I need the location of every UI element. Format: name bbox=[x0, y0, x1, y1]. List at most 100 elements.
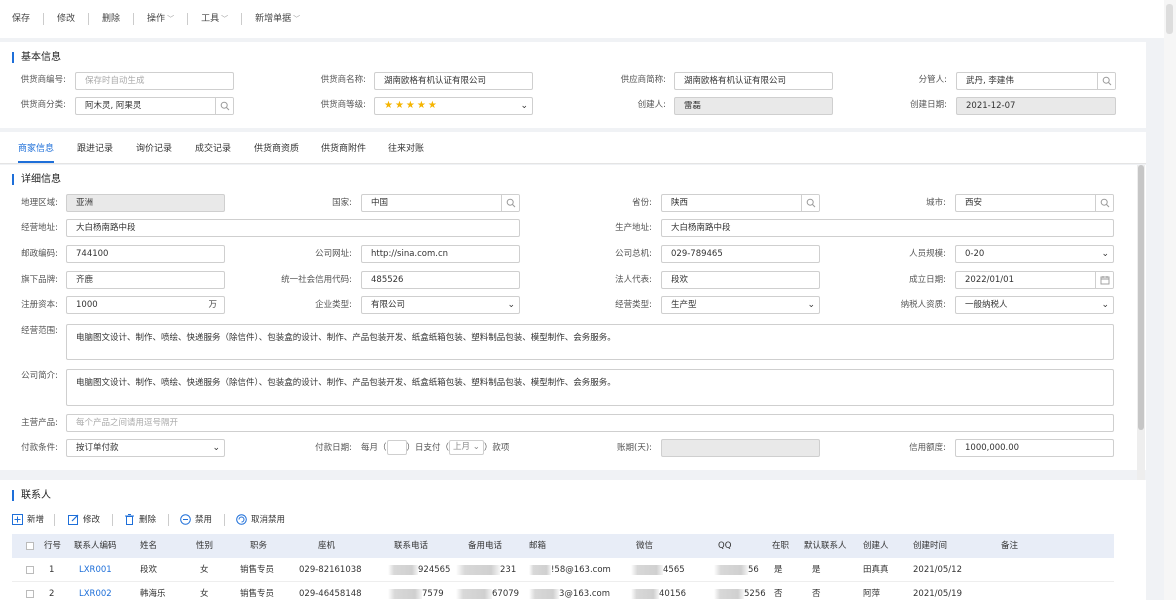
tab-follow-up[interactable]: 跟进记录 bbox=[77, 141, 113, 163]
tab-deals[interactable]: 成交记录 bbox=[195, 141, 231, 163]
enable-contact-button[interactable]: 取消禁用 bbox=[236, 512, 285, 526]
basic-info-title: 基本信息 bbox=[12, 52, 61, 63]
city-label: 城市: bbox=[926, 198, 946, 208]
supplier-code-input[interactable]: 保存时自动生成 bbox=[75, 72, 234, 90]
postcode-input[interactable]: 744100 bbox=[66, 245, 225, 263]
save-button[interactable]: 保存 bbox=[12, 12, 38, 26]
cell-code-link[interactable]: LXR002 bbox=[79, 582, 112, 600]
credit-limit-input[interactable]: 1000,000.00 bbox=[955, 439, 1114, 457]
creator-label: 创建人: bbox=[637, 100, 666, 110]
city-input[interactable]: 西安 bbox=[955, 194, 1114, 212]
search-icon[interactable] bbox=[215, 98, 233, 114]
tools-menu[interactable]: 工具 ﹀ bbox=[193, 12, 236, 26]
manager-input[interactable]: 武丹, 李建伟 bbox=[956, 72, 1116, 90]
supplier-code-placeholder: 保存时自动生成 bbox=[85, 76, 145, 86]
operate-menu[interactable]: 操作 ﹀ bbox=[139, 12, 182, 26]
chevron-down-icon: ⌄ bbox=[807, 300, 815, 310]
delete-contact-button[interactable]: 删除 bbox=[124, 512, 156, 526]
contacts-table-header: 行号 联系人编码 姓名 性别 职务 座机 联系电话 备用电话 邮箱 微信 QQ … bbox=[12, 534, 1114, 558]
created-date-label: 创建日期: bbox=[910, 100, 947, 110]
add-contact-button[interactable]: 新增 bbox=[12, 512, 44, 526]
plus-box-icon bbox=[12, 513, 23, 525]
brand-input[interactable]: 齐鹿 bbox=[66, 271, 225, 289]
pay-day-input[interactable] bbox=[386, 440, 407, 455]
row-checkbox[interactable] bbox=[26, 566, 34, 574]
tab-inquiry[interactable]: 询价记录 bbox=[136, 141, 172, 163]
prod-address-input[interactable]: 大白杨南路中段 bbox=[661, 219, 1114, 237]
redaction-blur bbox=[714, 564, 748, 575]
biz-type-label: 经营类型: bbox=[615, 300, 652, 310]
toolbar-divider bbox=[133, 13, 135, 25]
taxpayer-select[interactable]: 一般纳税人 ⌄ bbox=[955, 296, 1114, 314]
col-email: 邮箱 bbox=[529, 541, 547, 551]
col-qq: QQ bbox=[718, 541, 732, 551]
intro-textarea[interactable]: 电脑图文设计、制作、喷绘、快递服务（除信件）、包装盒的设计、制作、产品包装开发、… bbox=[66, 369, 1114, 406]
main-product-input[interactable]: 每个产品之间请用逗号隔开 bbox=[66, 414, 1114, 432]
cell-email: !58@163.com bbox=[529, 558, 611, 582]
category-input[interactable]: 阿木灵, 阿果灵 bbox=[75, 97, 234, 115]
supplier-short-label: 供应商简称: bbox=[620, 75, 666, 85]
calendar-icon[interactable] bbox=[1095, 272, 1113, 288]
search-icon[interactable] bbox=[801, 195, 819, 211]
supplier-short-input[interactable]: 湖南欧格有机认证有限公司 bbox=[674, 72, 833, 90]
supplier-name-input[interactable]: 湖南欧格有机认证有限公司 bbox=[374, 72, 533, 90]
edit-button[interactable]: 修改 bbox=[49, 12, 83, 26]
cell-phone-text: 924565 bbox=[418, 565, 451, 575]
phone-input[interactable]: 029-789465 bbox=[661, 245, 820, 263]
country-label: 国家: bbox=[332, 198, 352, 208]
province-input[interactable]: 陕西 bbox=[661, 194, 820, 212]
cell-creator: 阿萍 bbox=[863, 589, 881, 599]
disable-contact-button[interactable]: 禁用 bbox=[180, 512, 212, 526]
search-icon[interactable] bbox=[1097, 73, 1115, 89]
search-icon[interactable] bbox=[501, 195, 519, 211]
staff-size-select[interactable]: 0-20 ⌄ bbox=[955, 245, 1114, 263]
page-scrollbar[interactable] bbox=[1164, 0, 1176, 600]
pay-condition-select[interactable]: 按订单付款 ⌄ bbox=[66, 439, 225, 457]
table-row[interactable]: 1 LXR001 段欢 女 销售专员 029-82161038 924565 2… bbox=[12, 558, 1114, 582]
chevron-down-icon: ﹀ bbox=[293, 15, 301, 23]
region-input: 亚洲 bbox=[66, 194, 225, 212]
country-input[interactable]: 中国 bbox=[361, 194, 520, 212]
legal-rep-input[interactable]: 段欢 bbox=[661, 271, 820, 289]
cell-name: 韩海乐 bbox=[140, 589, 166, 599]
search-icon[interactable] bbox=[1095, 195, 1113, 211]
manager-value: 武丹, 李建伟 bbox=[966, 76, 1014, 86]
period-label: 账期(天): bbox=[617, 443, 652, 453]
new-doc-menu[interactable]: 新增单据 ﹀ bbox=[247, 12, 308, 26]
delete-button[interactable]: 删除 bbox=[94, 12, 128, 26]
enterprise-type-value: 有限公司 bbox=[371, 300, 406, 310]
scrollbar-thumb[interactable] bbox=[1138, 165, 1144, 430]
redaction-blur bbox=[388, 588, 422, 599]
pay-month-select[interactable]: 上月 ⌄ bbox=[449, 440, 484, 455]
tab-merchant-info[interactable]: 商家信息 bbox=[18, 141, 55, 163]
detail-info-card: 详细信息 地理区域: 亚洲 国家: 中国 省份: 陕西 城市: 西安 经营地址:… bbox=[0, 165, 1146, 470]
founded-date-value: 2022/01/01 bbox=[965, 275, 1014, 285]
taxpayer-label: 纳税人资质: bbox=[900, 300, 946, 310]
enterprise-type-select[interactable]: 有限公司 ⌄ bbox=[361, 296, 520, 314]
city-value: 西安 bbox=[965, 198, 983, 208]
credit-code-input[interactable]: 485526 bbox=[361, 271, 520, 289]
page-scrollbar-thumb[interactable] bbox=[1166, 4, 1173, 34]
website-input[interactable]: http://sina.com.cn bbox=[361, 245, 520, 263]
scope-textarea[interactable]: 电脑图文设计、制作、喷绘、快递服务（除信件）、包装盒的设计、制作、产品包装开发、… bbox=[66, 324, 1114, 360]
biz-address-input[interactable]: 大白杨南路中段 bbox=[66, 219, 520, 237]
enable-contact-label: 取消禁用 bbox=[251, 515, 286, 525]
founded-date-input[interactable]: 2022/01/01 bbox=[955, 271, 1114, 289]
tab-qualification[interactable]: 供货商资质 bbox=[254, 141, 299, 163]
edit-contact-button[interactable]: 修改 bbox=[68, 512, 100, 526]
pay-month-value: 上月 bbox=[453, 442, 471, 452]
tab-reconciliation[interactable]: 往来对账 bbox=[388, 141, 424, 163]
tab-attachments[interactable]: 供货商附件 bbox=[321, 141, 366, 163]
col-name: 姓名 bbox=[140, 541, 158, 551]
biz-type-value: 生产型 bbox=[671, 300, 697, 310]
grade-select[interactable]: ★★★★★ ⌄ bbox=[374, 97, 533, 115]
row-checkbox[interactable] bbox=[26, 590, 34, 598]
delete-contact-label: 删除 bbox=[139, 515, 157, 525]
table-row[interactable]: 2 LXR002 韩海乐 女 销售专员 029-46458148 7579 67… bbox=[12, 582, 1114, 600]
legal-rep-label: 法人代表: bbox=[615, 275, 652, 285]
cell-code-link[interactable]: LXR001 bbox=[79, 558, 112, 582]
action-divider bbox=[54, 514, 55, 526]
capital-input[interactable]: 1000 万 bbox=[66, 296, 225, 314]
select-all-checkbox[interactable] bbox=[26, 542, 34, 550]
biz-type-select[interactable]: 生产型 ⌄ bbox=[661, 296, 820, 314]
